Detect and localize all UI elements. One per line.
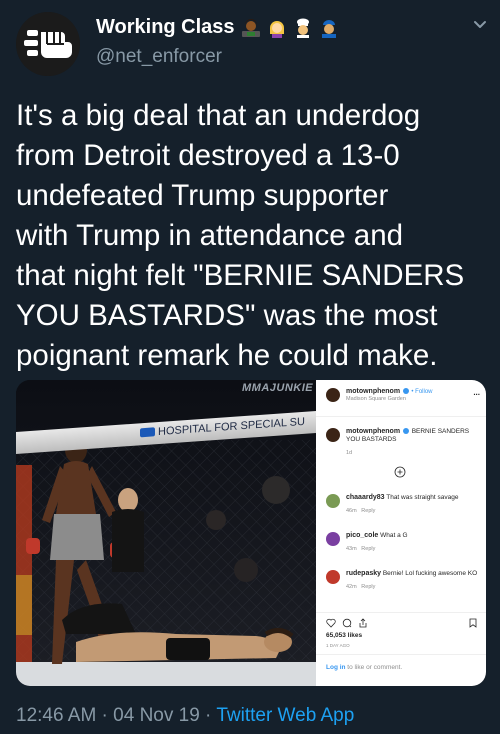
ig-divider (316, 416, 486, 417)
ig-comment: pico_cole What a G 43m Reply (326, 532, 480, 552)
ig-comment-user: rudepasky (346, 570, 382, 577)
ig-divider (316, 612, 486, 613)
ig-comment: chaaardy83 That was straight savage 46m … (326, 494, 480, 514)
tweet-footer: 12:46 AM · 04 Nov 19 · Twitter Web App (16, 705, 354, 727)
instagram-embed: motownphenom • Follow Madison Square Gar… (316, 380, 486, 686)
ig-comment-avatar (326, 570, 340, 584)
share-icon (359, 618, 367, 628)
footer-separator: · (199, 705, 217, 726)
ig-comment-age: 46m (346, 508, 357, 514)
mmajunkie-watermark: MMAJUNKIE (242, 382, 314, 394)
person-emoji-icon (269, 20, 284, 38)
woman-office-worker-emoji-icon (241, 18, 260, 37)
ig-reply-link: Reply (361, 508, 376, 514)
ig-caption-user: motownphenom (346, 428, 401, 435)
ig-comment-text: What a G (380, 532, 408, 539)
ig-post-user: motownphenom (346, 388, 401, 395)
author-display-name[interactable]: Working Class (96, 16, 235, 39)
ig-reply-link: Reply (361, 546, 376, 552)
bookmark-icon (469, 618, 477, 628)
ig-likes: 65,053 likes (326, 632, 363, 639)
ig-comment-user: pico_cole (346, 532, 379, 539)
comment-icon (342, 618, 352, 628)
ig-caption-avatar (326, 428, 340, 442)
ig-action-bar (326, 618, 368, 628)
ig-login-text: to like or comment. (345, 664, 403, 671)
tweet-timestamp[interactable]: 12:46 AM · 04 Nov 19 (16, 705, 200, 726)
ig-comment-avatar (326, 532, 340, 546)
chevron-down-icon[interactable] (470, 14, 490, 34)
ig-comment: rudepasky Bernie! Lol fucking awesome KO… (326, 570, 480, 590)
ig-login-prompt: Log in to like or comment. (326, 664, 402, 671)
ig-comment-age: 43m (346, 546, 357, 552)
ig-comment-avatar (326, 494, 340, 508)
ig-more-icon: ... (473, 388, 480, 397)
tweet-header: Working Class @net_enforcer (0, 0, 500, 80)
ig-location: Madison Square Garden (346, 396, 406, 402)
ig-post-age: 1 DAY AGO (326, 643, 350, 648)
tweet-text: It's a big deal that an underdog from De… (16, 99, 465, 372)
ig-post-header: motownphenom • Follow Madison Square Gar… (326, 388, 480, 402)
cook-emoji-icon (296, 18, 309, 38)
ig-divider (316, 654, 486, 655)
ig-comment-user: chaaardy83 (346, 494, 385, 501)
ig-caption-age: 1d (346, 450, 353, 456)
ig-post-avatar (326, 388, 340, 402)
tweet-media[interactable]: MMAJUNKIE HOSPITAL FOR SPECIAL SU motown… (16, 380, 486, 686)
ig-comment-text: That was straight savage (386, 494, 459, 501)
author-handle[interactable]: @net_enforcer (96, 46, 222, 68)
ig-comment-age: 42m (346, 584, 357, 590)
ig-load-more-icon (394, 466, 406, 478)
ig-verified-icon (402, 388, 409, 395)
ig-caption-verified-icon (402, 428, 409, 435)
ig-caption: motownphenom BERNIE SANDERS YOU BASTARDS… (326, 428, 480, 456)
fight-photo: MMAJUNKIE HOSPITAL FOR SPECIAL SU (16, 380, 316, 686)
ig-login-link: Log in (326, 664, 346, 671)
hss-logo-icon (140, 427, 155, 438)
author-name-row[interactable]: Working Class (96, 16, 339, 39)
heart-icon (326, 618, 336, 628)
author-avatar[interactable] (16, 12, 80, 76)
ig-comment-text: Bernie! Lol fucking awesome KO (382, 570, 478, 577)
fist-logo-icon (16, 12, 80, 76)
mechanic-emoji-icon (321, 19, 336, 38)
tweet-source-link[interactable]: Twitter Web App (216, 705, 354, 726)
ig-reply-link: Reply (361, 584, 376, 590)
ig-follow-link: • Follow (411, 389, 433, 395)
